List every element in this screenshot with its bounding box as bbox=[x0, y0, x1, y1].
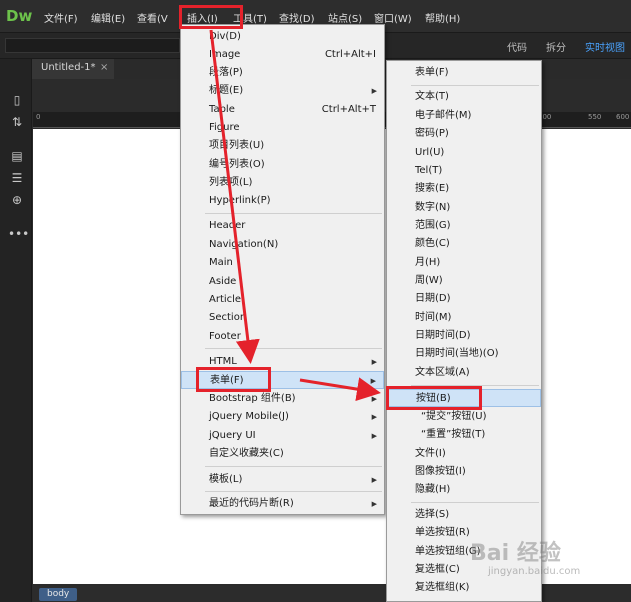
properties-icon[interactable]: ▤ bbox=[8, 148, 26, 164]
insert-article[interactable]: Article bbox=[181, 291, 384, 309]
align-icon[interactable]: ☰ bbox=[8, 170, 26, 186]
form-text[interactable]: 文本(T) bbox=[387, 88, 541, 106]
insert-recent-snippets[interactable]: 最近的代码片断(R) ▶ bbox=[181, 495, 384, 513]
insert-section[interactable]: Section bbox=[181, 309, 384, 327]
file-icon[interactable]: ▯ bbox=[8, 92, 26, 108]
menu-separator bbox=[205, 491, 382, 492]
insert-figure[interactable]: Figure bbox=[181, 119, 384, 137]
highlight-box-form bbox=[196, 367, 271, 392]
form-search[interactable]: 搜索(E) bbox=[387, 180, 541, 198]
form-submenu: 表单(F) 文本(T) 电子邮件(M) 密码(P) Url(U) Tel(T) … bbox=[386, 60, 542, 602]
form-checkbox-group[interactable]: 复选框组(K) bbox=[387, 579, 541, 597]
insert-bootstrap[interactable]: Bootstrap 组件(B) ▶ bbox=[181, 390, 384, 408]
insert-hyperlink[interactable]: Hyperlink(P) bbox=[181, 192, 384, 210]
split-view-button[interactable]: 拆分 bbox=[546, 39, 566, 54]
target-icon[interactable]: ⊕ bbox=[8, 192, 26, 208]
insert-aside[interactable]: Aside bbox=[181, 273, 384, 291]
insert-table[interactable]: Table Ctrl+Alt+T bbox=[181, 101, 384, 119]
form-email[interactable]: 电子邮件(M) bbox=[387, 107, 541, 125]
insert-image[interactable]: Image Ctrl+Alt+I bbox=[181, 46, 384, 64]
form-time[interactable]: 时间(M) bbox=[387, 309, 541, 327]
form-select[interactable]: 选择(S) bbox=[387, 506, 541, 524]
insert-paragraph[interactable]: 段落(P) bbox=[181, 64, 384, 82]
insert-header[interactable]: Header bbox=[181, 217, 384, 235]
tools-panel: ▯ ⇅ ▤ ☰ ⊕ ••• bbox=[0, 59, 32, 602]
form-reset-button[interactable]: “重置”按钮(T) bbox=[387, 426, 541, 444]
chevron-right-icon: ▶ bbox=[371, 87, 377, 95]
menu-window[interactable]: 窗口(W) bbox=[374, 10, 412, 25]
form-file[interactable]: 文件(I) bbox=[387, 445, 541, 463]
insert-list-item[interactable]: 列表项(L) bbox=[181, 174, 384, 192]
chevron-right-icon: ▶ bbox=[371, 413, 377, 421]
document-tab[interactable]: Untitled-1* × bbox=[32, 59, 114, 79]
menu-edit[interactable]: 编辑(E) bbox=[91, 10, 125, 25]
code-view-button[interactable]: 代码 bbox=[507, 39, 527, 54]
menu-separator bbox=[205, 466, 382, 467]
menu-separator bbox=[411, 85, 539, 86]
insert-custom-favorites[interactable]: 自定义收藏夹(C) bbox=[181, 445, 384, 463]
menu-find[interactable]: 查找(D) bbox=[279, 10, 315, 25]
chevron-right-icon: ▶ bbox=[371, 432, 377, 440]
insert-div[interactable]: Div(D) bbox=[181, 28, 384, 46]
chevron-right-icon: ▶ bbox=[370, 377, 376, 385]
form-tel[interactable]: Tel(T) bbox=[387, 162, 541, 180]
watermark-url: jingyan.baidu.com bbox=[488, 566, 581, 577]
form-password[interactable]: 密码(P) bbox=[387, 125, 541, 143]
insert-footer[interactable]: Footer bbox=[181, 328, 384, 346]
menu-help[interactable]: 帮助(H) bbox=[425, 10, 460, 25]
tag-selector-body[interactable]: body bbox=[39, 588, 78, 601]
chevron-right-icon: ▶ bbox=[371, 500, 377, 508]
form-week[interactable]: 周(W) bbox=[387, 272, 541, 290]
close-icon[interactable]: × bbox=[100, 62, 108, 73]
ruler-mark: 0 bbox=[36, 113, 41, 121]
highlight-box-insert bbox=[179, 5, 243, 29]
baidu-watermark: Bai 经验 bbox=[470, 541, 561, 566]
insert-main[interactable]: Main bbox=[181, 254, 384, 272]
form-hidden[interactable]: 隐藏(H) bbox=[387, 481, 541, 499]
form-color[interactable]: 颜色(C) bbox=[387, 235, 541, 253]
menu-separator bbox=[205, 348, 382, 349]
menu-site[interactable]: 站点(S) bbox=[328, 10, 362, 25]
form-form[interactable]: 表单(F) bbox=[387, 64, 541, 82]
insert-heading[interactable]: 标题(E) ▶ bbox=[181, 82, 384, 100]
insert-jquery-mobile[interactable]: jQuery Mobile(J) ▶ bbox=[181, 408, 384, 426]
toolbar-field[interactable] bbox=[5, 38, 180, 53]
form-textarea[interactable]: 文本区域(A) bbox=[387, 364, 541, 382]
insert-template[interactable]: 模板(L) ▶ bbox=[181, 471, 384, 489]
highlight-box-button bbox=[386, 386, 482, 410]
dreamweaver-logo: Dw bbox=[6, 7, 33, 25]
chevron-right-icon: ▶ bbox=[371, 358, 377, 366]
insert-menu: Div(D) Image Ctrl+Alt+I 段落(P) 标题(E) ▶ Tabl… bbox=[180, 24, 385, 515]
form-range[interactable]: 范围(G) bbox=[387, 217, 541, 235]
tab-title: Untitled-1* bbox=[41, 62, 96, 73]
menu-separator bbox=[205, 213, 382, 214]
more-icon[interactable]: ••• bbox=[8, 226, 29, 242]
menu-file[interactable]: 文件(F) bbox=[44, 10, 78, 25]
form-month[interactable]: 月(H) bbox=[387, 254, 541, 272]
ruler-mark: 550 bbox=[588, 113, 602, 121]
insert-navigation[interactable]: Navigation(N) bbox=[181, 236, 384, 254]
chevron-right-icon: ▶ bbox=[371, 395, 377, 403]
menu-view[interactable]: 查看(V bbox=[137, 10, 168, 25]
sort-icon[interactable]: ⇅ bbox=[8, 114, 26, 130]
form-url[interactable]: Url(U) bbox=[387, 144, 541, 162]
form-image-button[interactable]: 图像按钮(I) bbox=[387, 463, 541, 481]
insert-jquery-ui[interactable]: jQuery UI ▶ bbox=[181, 427, 384, 445]
chevron-right-icon: ▶ bbox=[371, 476, 377, 484]
form-submit-button[interactable]: “提交”按钮(U) bbox=[387, 408, 541, 426]
insert-unordered-list[interactable]: 项目列表(U) bbox=[181, 137, 384, 155]
form-number[interactable]: 数字(N) bbox=[387, 199, 541, 217]
insert-ordered-list[interactable]: 编号列表(O) bbox=[181, 156, 384, 174]
form-date[interactable]: 日期(D) bbox=[387, 290, 541, 308]
form-datetime[interactable]: 日期时间(D) bbox=[387, 327, 541, 345]
form-datetime-local[interactable]: 日期时间(当地)(O) bbox=[387, 345, 541, 363]
menu-separator bbox=[411, 502, 539, 503]
live-view-button[interactable]: 实时视图 bbox=[585, 39, 625, 54]
ruler-mark: 600 bbox=[616, 113, 630, 121]
